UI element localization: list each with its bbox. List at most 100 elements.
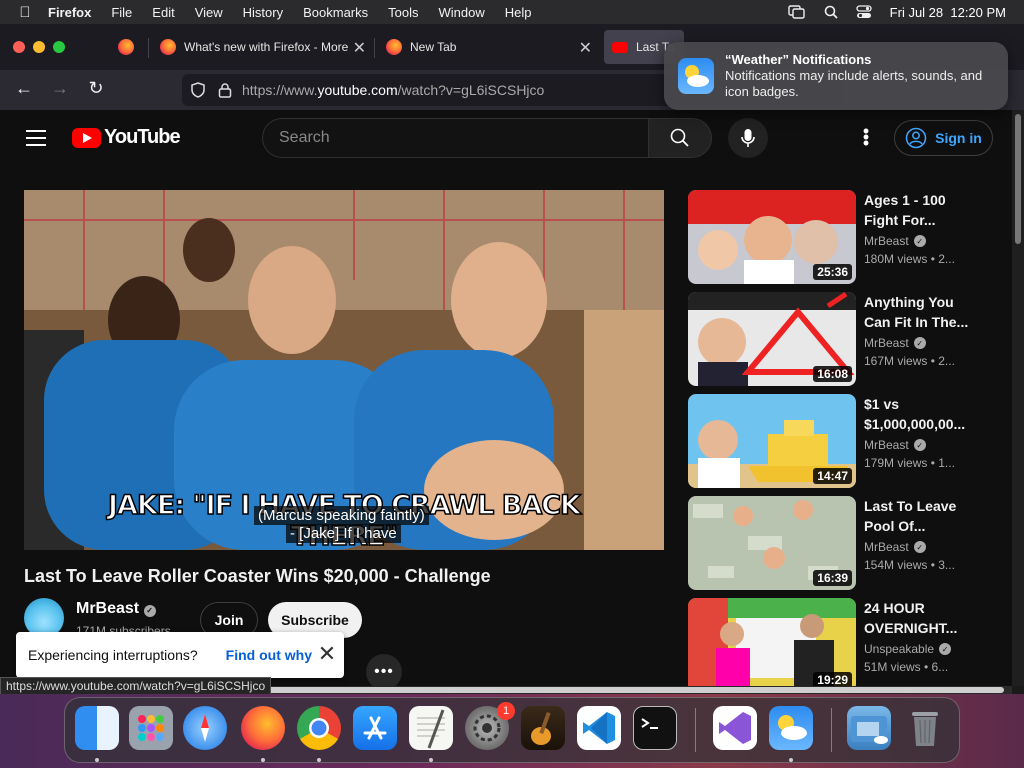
close-window-button[interactable] [13, 41, 25, 53]
app-store-icon[interactable] [353, 706, 397, 750]
recommended-video[interactable]: 16:08 Anything You Can Fit In The... MrB… [688, 292, 988, 386]
closed-caption-line: (Marcus speaking faintly) [254, 506, 429, 525]
menu-window[interactable]: Window [439, 5, 485, 20]
link-status-bar: https://www.youtube.com/watch?v=gL6iSCSH… [0, 677, 272, 695]
channel-name[interactable]: MrBeast ✓ [76, 600, 156, 618]
closed-caption-line: - [Jake] If I have [286, 524, 401, 543]
chrome-icon[interactable] [297, 706, 341, 750]
tab-separator [148, 38, 149, 58]
recommended-meta: 154M views • 3... [864, 558, 955, 572]
verified-badge-icon: ✓ [913, 439, 926, 451]
more-options-icon[interactable]: • • • [858, 122, 874, 152]
video-player[interactable]: JAKE: "IF I HAVE TO CRAWL BACK THERE" (M… [24, 190, 664, 550]
verified-badge-icon: ✓ [913, 235, 926, 247]
screen-mirroring-icon[interactable] [787, 5, 806, 19]
tracking-protection-shield-icon[interactable] [190, 82, 206, 98]
menu-edit[interactable]: Edit [152, 5, 174, 20]
menu-view[interactable]: View [195, 5, 223, 20]
video-thumbnail[interactable]: 19:29 [688, 598, 856, 686]
scrollbar-thumb[interactable] [1015, 114, 1021, 244]
launchpad-icon[interactable] [129, 706, 173, 750]
recommended-video[interactable]: 14:47 $1 vs $1,000,000,00... MrBeast ✓ 17… [688, 394, 988, 488]
running-indicator [317, 758, 321, 762]
recommended-video[interactable]: 25:36 Ages 1 - 100 Fight For... MrBeast ✓… [688, 190, 988, 284]
more-actions-button[interactable]: ••• [366, 654, 402, 686]
weather-icon[interactable] [769, 706, 813, 750]
reload-icon[interactable]: ↻ [84, 78, 108, 99]
recommended-channel[interactable]: Unspeakable ✓ [864, 642, 952, 656]
menu-tools[interactable]: Tools [388, 5, 418, 20]
forward-arrow-icon[interactable]: → [48, 78, 72, 99]
tab-label: New Tab [410, 40, 457, 54]
control-center-icon[interactable] [856, 5, 872, 19]
notification-badge: 1 [497, 702, 515, 720]
recommended-video-title[interactable]: Anything You Can Fit In The... [864, 292, 972, 332]
textedit-icon[interactable] [409, 706, 453, 750]
tab-whats-new[interactable]: What's new with Firefox - More ✕ [152, 30, 372, 64]
dock: 1 [64, 697, 960, 763]
voice-search-button[interactable] [728, 118, 768, 158]
close-tab-icon[interactable]: ✕ [579, 38, 592, 58]
youtube-logo[interactable]: YouTube [72, 126, 181, 149]
menu-help[interactable]: Help [505, 5, 532, 20]
menu-bookmarks[interactable]: Bookmarks [303, 5, 368, 20]
recommended-channel[interactable]: MrBeast ✓ [864, 438, 926, 452]
recommended-channel[interactable]: MrBeast ✓ [864, 336, 926, 350]
notification-body: Notifications may include alerts, sounds… [725, 68, 983, 99]
tab-pinned-firefox[interactable] [112, 30, 144, 64]
video-thumbnail[interactable]: 16:08 [688, 292, 856, 386]
recommended-video-title[interactable]: 24 HOUR OVERNIGHT... [864, 598, 972, 638]
recommended-video-title[interactable]: $1 vs $1,000,000,00... [864, 394, 972, 434]
account-circle-icon [905, 127, 927, 149]
recommended-meta: 51M views • 6... [864, 660, 949, 674]
recommended-video-title[interactable]: Last To Leave Pool Of... [864, 496, 972, 536]
video-thumbnail[interactable]: 25:36 [688, 190, 856, 284]
search-input[interactable]: Search [262, 118, 648, 158]
youtube-favicon-icon [612, 41, 628, 53]
recommended-video[interactable]: 19:29 24 HOUR OVERNIGHT... Unspeakable ✓ … [688, 598, 988, 686]
menu-file[interactable]: File [111, 5, 132, 20]
lock-icon[interactable] [218, 82, 232, 98]
find-out-why-link[interactable]: Find out why [226, 647, 312, 663]
recommended-video-title[interactable]: Ages 1 - 100 Fight For... [864, 190, 972, 230]
weather-app-icon [678, 58, 714, 94]
visual-studio-icon[interactable] [713, 706, 757, 750]
recommended-video[interactable]: 16:39 Last To Leave Pool Of... MrBeast ✓ … [688, 496, 988, 590]
tab-new-tab[interactable]: New Tab ✕ [378, 30, 598, 64]
verified-badge-icon: ✓ [913, 337, 926, 349]
spotlight-search-icon[interactable] [824, 5, 838, 19]
downloads-folder-icon[interactable] [847, 706, 891, 750]
apple-icon[interactable]:  [16, 4, 34, 21]
close-tab-icon[interactable]: ✕ [353, 38, 366, 58]
weather-notification[interactable]: “Weather” Notifications Notifications ma… [664, 42, 1008, 110]
back-arrow-icon[interactable]: ← [12, 78, 36, 99]
terminal-icon[interactable] [633, 706, 677, 750]
menu-clock[interactable]: Fri Jul 28 12:20 PM [890, 5, 1006, 20]
tab-separator [374, 38, 375, 58]
vertical-scrollbar[interactable] [1012, 110, 1024, 686]
close-icon[interactable]: ✕ [314, 642, 340, 668]
verified-badge-icon: ✓ [913, 541, 926, 553]
microphone-icon [741, 129, 755, 147]
recommended-meta: 180M views • 2... [864, 252, 955, 266]
trash-icon[interactable] [903, 706, 947, 750]
recommended-channel[interactable]: MrBeast ✓ [864, 540, 926, 554]
firefox-icon[interactable] [241, 706, 285, 750]
garageband-icon[interactable] [521, 706, 565, 750]
hamburger-menu-icon[interactable] [26, 130, 46, 151]
menu-history[interactable]: History [243, 5, 283, 20]
youtube-play-icon [72, 127, 101, 148]
menu-app-firefox[interactable]: Firefox [48, 5, 91, 20]
video-thumbnail[interactable]: 14:47 [688, 394, 856, 488]
sign-in-button[interactable]: Sign in [894, 120, 993, 156]
finder-icon[interactable] [75, 706, 119, 750]
recommended-channel[interactable]: MrBeast ✓ [864, 234, 926, 248]
search-button[interactable] [648, 118, 712, 158]
minimize-window-button[interactable] [33, 41, 45, 53]
zoom-window-button[interactable] [53, 41, 65, 53]
video-title: Last To Leave Roller Coaster Wins $20,00… [24, 566, 491, 586]
video-thumbnail[interactable]: 16:39 [688, 496, 856, 590]
video-duration: 16:08 [813, 366, 852, 382]
vscode-icon[interactable] [577, 706, 621, 750]
safari-icon[interactable] [183, 706, 227, 750]
